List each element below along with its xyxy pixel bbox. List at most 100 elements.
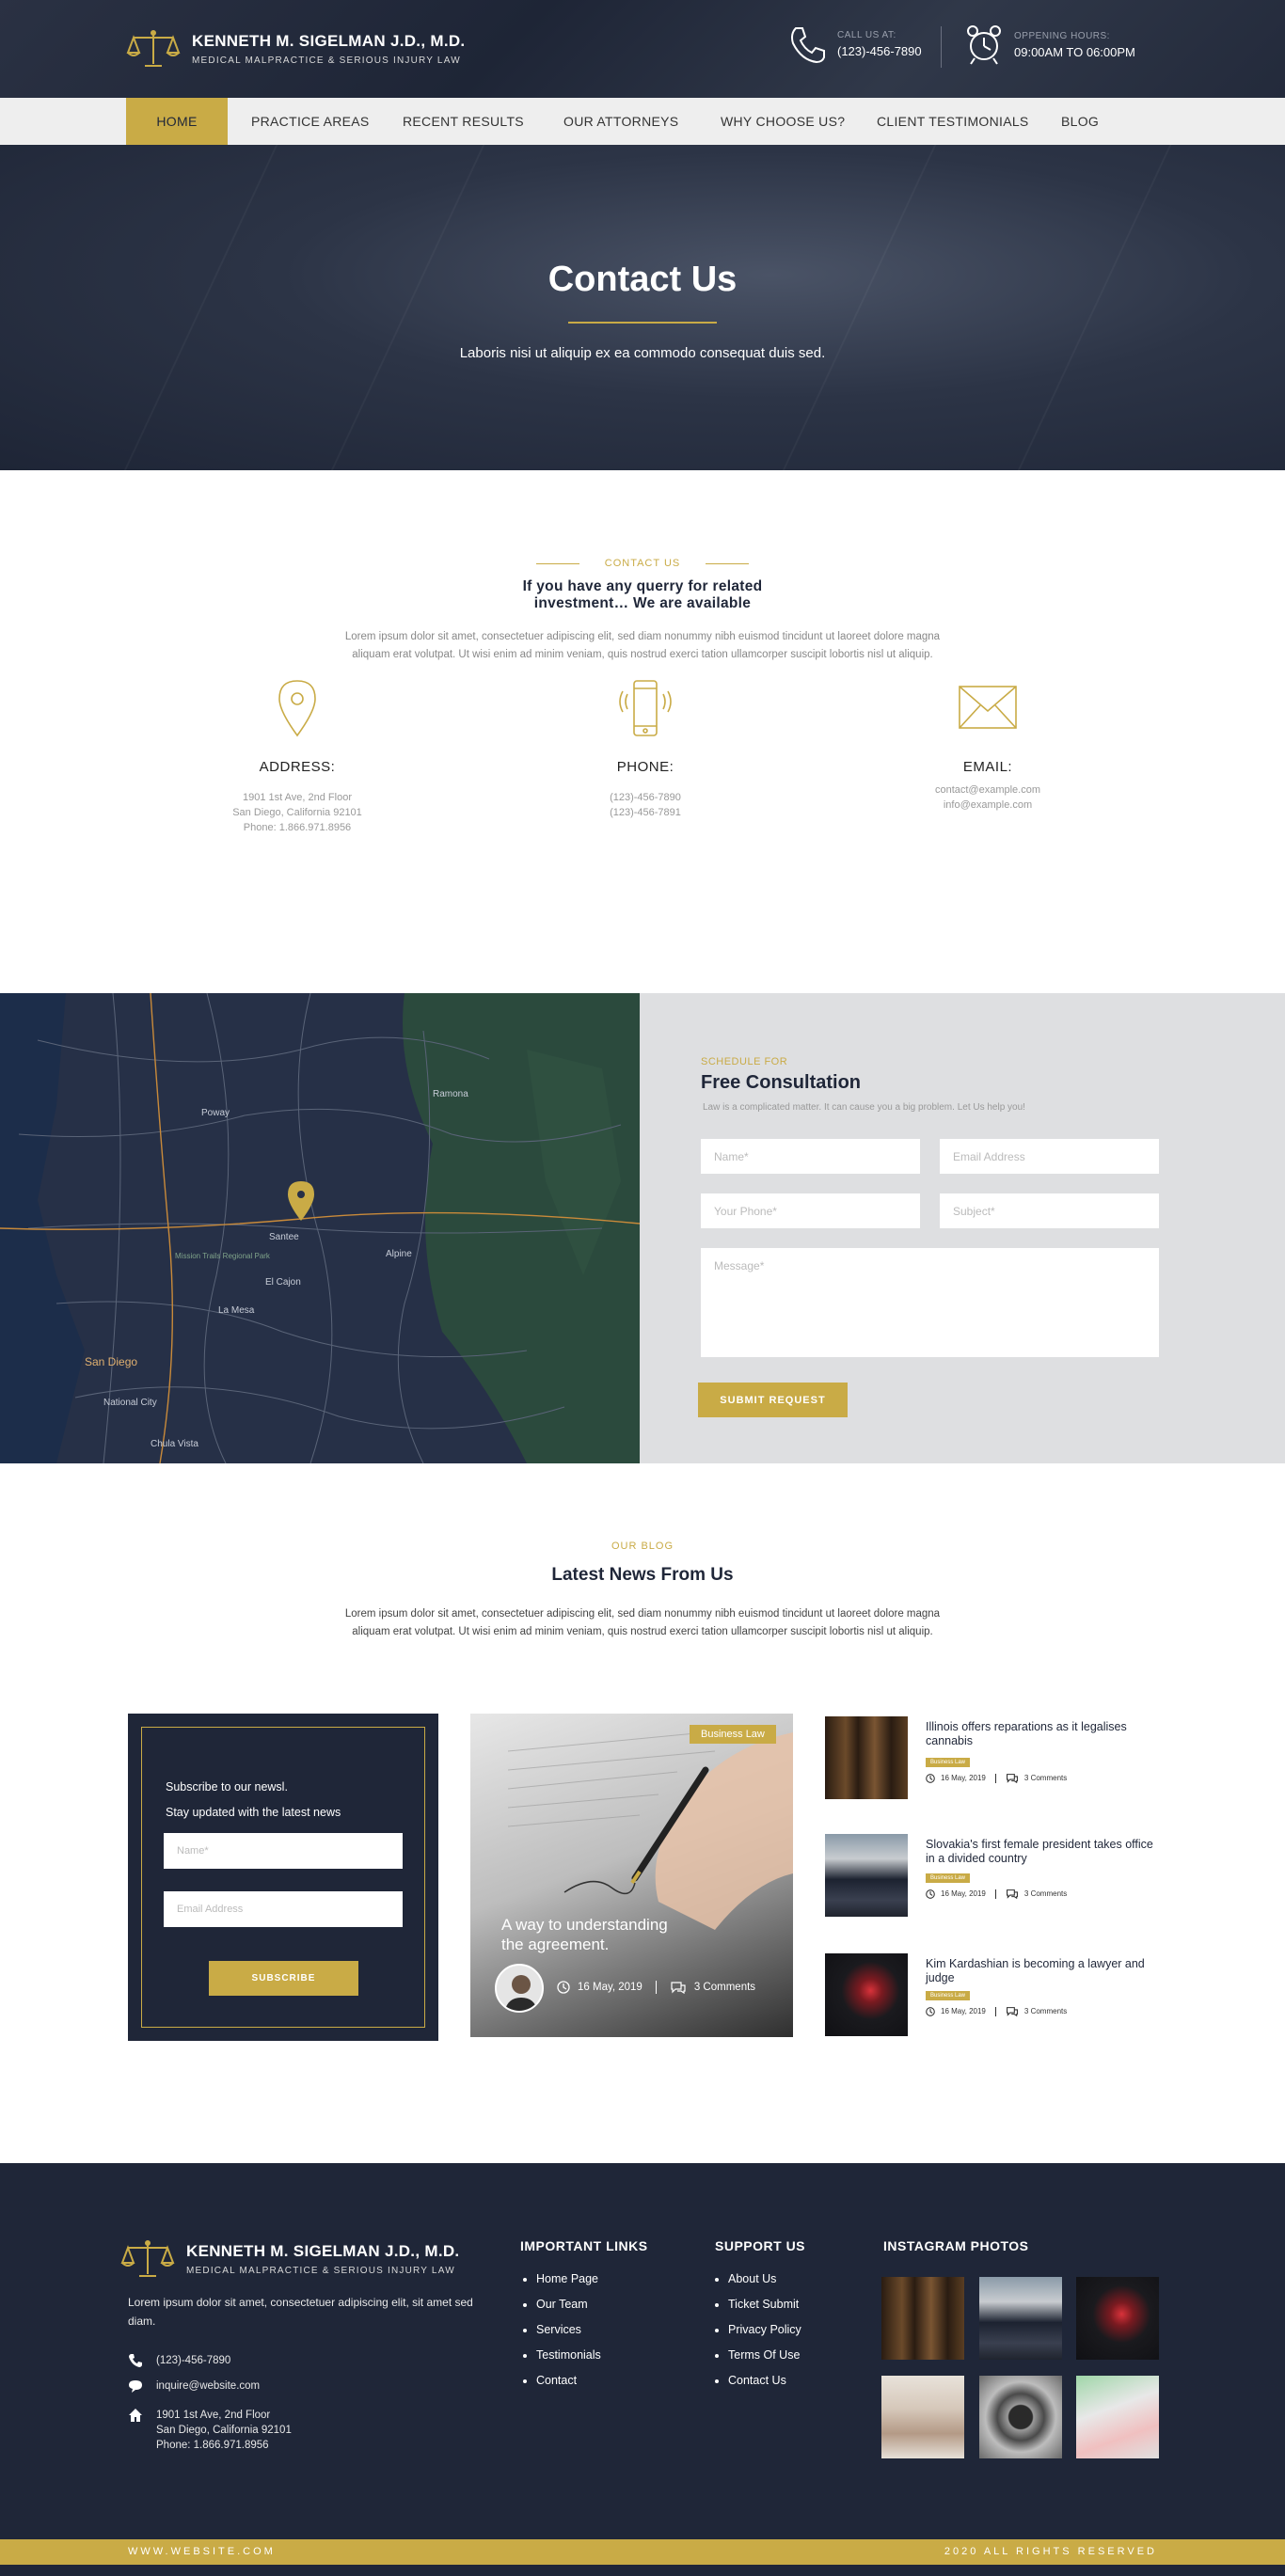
contact-desc-line1: Lorem ipsum dolor sit amet, consectetuer… [344,631,941,642]
side-post-1-date: 16 May, 2019 [941,1774,986,1782]
contact-title-line2: investment… We are available [533,595,752,611]
footer-link-services[interactable]: Services [536,2323,601,2348]
author-avatar [495,1964,544,2013]
blog-title: Latest News From Us [551,1565,734,1585]
footer-link-contact[interactable]: Contact [536,2374,601,2399]
footer-link-privacy-policy[interactable]: Privacy Policy [728,2323,801,2348]
phone-line1[interactable]: (123)-456-7890 [523,790,768,805]
important-links-heading: IMPORTANT LINKS [520,2238,648,2253]
instagram-heading: INSTAGRAM PHOTOS [883,2238,1029,2253]
instagram-photo-1[interactable] [881,2277,964,2360]
consultation-panel: SCHEDULE FOR Free Consultation Law is a … [640,993,1285,1463]
newsletter-line1: Subscribe to our newsl. [166,1780,288,1794]
side-post-3-comments[interactable]: 3 Comments [1024,2007,1067,2015]
instagram-photo-4[interactable] [881,2376,964,2458]
nav-practice-areas[interactable]: PRACTICE AREAS [251,98,370,145]
phone-line2[interactable]: (123)-456-7891 [523,805,768,820]
featured-post-card[interactable]: Business Law A way to understanding the … [470,1714,793,2037]
footer-link-contact-us[interactable]: Contact Us [728,2374,801,2399]
map-label-alpine: Alpine [386,1249,412,1259]
side-post-2-date: 16 May, 2019 [941,1889,986,1898]
support-links-list: About Us Ticket Submit Privacy Policy Te… [728,2272,801,2399]
nav-recent-results[interactable]: RECENT RESULTS [403,98,524,145]
brand-logo[interactable]: KENNETH M. SIGELMAN J.D., M.D. MEDICAL M… [126,28,465,70]
consult-message-textarea[interactable]: Message* [701,1248,1159,1357]
footer-address-line1: 1901 1st Ave, 2nd Floor [156,2410,271,2421]
featured-comments[interactable]: 3 Comments [694,1982,755,1993]
consult-phone-input[interactable]: Your Phone* [701,1193,920,1228]
footer-logo[interactable]: KENNETH M. SIGELMAN J.D., M.D. MEDICAL M… [120,2238,459,2280]
nav-why-choose-us[interactable]: WHY CHOOSE US? [721,98,845,145]
side-post-2-tag[interactable]: Business Law [926,1873,971,1883]
instagram-photo-6[interactable] [1076,2376,1159,2458]
support-heading: SUPPORT US [715,2238,806,2253]
consult-kicker: SCHEDULE FOR [701,1056,788,1067]
address-title: ADDRESS: [259,759,336,775]
instagram-photo-3[interactable] [1076,2277,1159,2360]
email-line2[interactable]: info@example.com [865,798,1110,813]
call-number[interactable]: (123)-456-7890 [837,44,922,58]
side-post-1-tag[interactable]: Business Law [926,1758,971,1767]
clock-icon [557,1981,570,1994]
nav-home[interactable]: HOME [126,98,228,145]
header-divider [941,26,942,68]
contact-title-line1: If you have any querry for related [522,578,763,594]
footer-address-phone: Phone: 1.866.971.8956 [156,2440,269,2451]
map-label-poway: Poway [201,1108,230,1118]
site-footer: KENNETH M. SIGELMAN J.D., M.D. MEDICAL M… [0,2163,1285,2539]
submit-request-button[interactable]: SUBMIT REQUEST [698,1383,848,1417]
hero-banner: Contact Us Laboris nisi ut aliquip ex ea… [0,145,1285,470]
instagram-photo-2[interactable] [979,2277,1062,2360]
location-map[interactable]: Santee San Diego El Cajon La Mesa Chula … [0,993,640,1463]
subscribe-button[interactable]: SUBSCRIBE [209,1961,358,1996]
featured-tag[interactable]: Business Law [690,1725,776,1744]
footer-link-about-us[interactable]: About Us [728,2272,801,2298]
footer-website[interactable]: WWW.WEBSITE.COM [128,2546,276,2557]
side-post-2-title[interactable]: Slovakia's first female president takes … [926,1838,1156,1866]
map-label-el-cajon: El Cajon [265,1277,301,1288]
side-post-1-comments[interactable]: 3 Comments [1024,1774,1067,1782]
comments-icon [1006,1774,1018,1783]
side-post-2-comments[interactable]: 3 Comments [1024,1889,1067,1898]
footer-brand-name: KENNETH M. SIGELMAN J.D., M.D. [186,2242,460,2260]
nav-client-testimonials[interactable]: CLIENT TESTIMONIALS [877,98,1029,145]
newsletter-name-input[interactable]: Name* [164,1833,403,1869]
bottom-bar: WWW.WEBSITE.COM 2020 ALL RIGHTS RESERVED [0,2539,1285,2576]
blog-desc-line2: aliquam erat volutpat. Ut wisi enim ad m… [352,1626,933,1637]
call-block[interactable]: CALL US AT: (123)-456-7890 [788,24,922,64]
side-post-3-title[interactable]: Kim Kardashian is becoming a lawyer and … [926,1957,1156,1985]
comments-icon [1006,2007,1018,2016]
consult-email-input[interactable]: Email Address [940,1139,1159,1174]
newsletter-email-input[interactable]: Email Address [164,1891,403,1927]
nav-blog[interactable]: BLOG [1061,98,1099,145]
footer-phone[interactable]: (123)-456-7890 [128,2353,230,2368]
contact-title: If you have any querry for related inves… [360,578,925,612]
side-post-3[interactable]: Kim Kardashian is becoming a lawyer and … [825,1953,1164,2036]
map-label-chula-vista: Chula Vista [151,1439,198,1449]
footer-link-ticket-submit[interactable]: Ticket Submit [728,2298,801,2323]
featured-title-line2: the agreement. [501,1936,610,1953]
footer-link-our-team[interactable]: Our Team [536,2298,601,2323]
featured-title[interactable]: A way to understanding the agreement. [501,1915,668,1954]
footer-email[interactable]: inquire@website.com [128,2378,260,2394]
consult-name-input[interactable]: Name* [701,1139,920,1174]
map-label-national-city: National City [103,1398,157,1408]
side-post-1-title[interactable]: Illinois offers reparations as it legali… [926,1720,1156,1748]
instagram-photo-5[interactable] [979,2376,1062,2458]
footer-link-home-page[interactable]: Home Page [536,2272,601,2298]
nav-our-attorneys[interactable]: OUR ATTORNEYS [563,98,678,145]
address-line1: 1901 1st Ave, 2nd Floor [243,792,352,803]
meta-divider [655,1981,657,1994]
consult-title: Free Consultation [701,1072,862,1093]
email-line1[interactable]: contact@example.com [865,782,1110,798]
footer-link-testimonials[interactable]: Testimonials [536,2348,601,2374]
footer-link-terms-of-use[interactable]: Terms Of Use [728,2348,801,2374]
consult-subject-input[interactable]: Subject* [940,1193,1159,1228]
top-header: KENNETH M. SIGELMAN J.D., M.D. MEDICAL M… [0,0,1285,98]
map-label-ramona: Ramona [433,1089,468,1099]
blog-description: Lorem ipsum dolor sit amet, consectetuer… [219,1605,1066,1641]
side-post-3-tag[interactable]: Business Law [926,1991,971,2000]
side-post-1[interactable]: Illinois offers reparations as it legali… [825,1716,1164,1799]
side-post-2[interactable]: Slovakia's first female president takes … [825,1834,1164,1917]
bottom-stripe [0,2565,1285,2576]
